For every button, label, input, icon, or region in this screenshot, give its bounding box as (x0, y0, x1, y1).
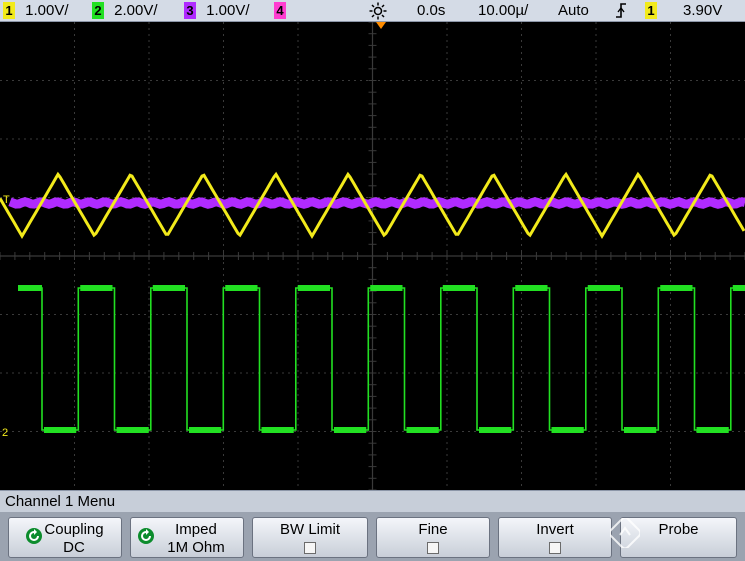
trigger-source-badge: 1 (645, 2, 657, 19)
bw-limit-softkey[interactable]: BW Limit (252, 517, 368, 558)
ch2-level-band (624, 427, 657, 433)
ch3-badge: 3 (184, 2, 196, 19)
ch4-scale-readout[interactable]: 4 (274, 1, 286, 20)
impedance-softkey[interactable]: Imped 1M Ohm (130, 517, 244, 558)
ch2-level-band (18, 285, 42, 291)
impedance-value: 1M Ohm (167, 539, 225, 556)
menu-title: Channel 1 Menu (5, 493, 116, 510)
waveform-screen: T 2 (0, 22, 745, 490)
ch2-level-band (370, 285, 403, 291)
ch2-scale: 2.00V/ (114, 2, 158, 19)
coupling-label: Coupling (44, 521, 104, 538)
watermark-icon (610, 518, 640, 548)
invert-checkbox[interactable] (549, 542, 561, 554)
waveform-display: T 2 (0, 22, 745, 490)
ch2-level-bands (18, 285, 745, 433)
time-scale[interactable]: 10.00µ/ (478, 1, 528, 20)
fine-label: Fine (418, 521, 448, 538)
ch2-level-band (116, 427, 149, 433)
ch2-level-band (225, 285, 258, 291)
ch2-badge: 2 (92, 2, 104, 19)
ch2-level-band (442, 285, 475, 291)
status-bar: 1 1.00V/ 2 2.00V/ 3 1.00V/ 4 0.0s 10.00µ… (0, 0, 745, 22)
ch2-level-band (406, 427, 439, 433)
trigger-position[interactable]: 0.0s (417, 1, 445, 20)
watermark-logo (606, 516, 745, 558)
ch1-ground-marker: T (3, 194, 10, 206)
trigger-position-marker (376, 22, 386, 29)
trigger-mode[interactable]: Auto (558, 1, 589, 20)
bw-limit-checkbox[interactable] (304, 542, 316, 554)
ch2-level-band (551, 427, 584, 433)
ch1-scale: 1.00V/ (25, 2, 69, 19)
coupling-value: DC (63, 539, 85, 556)
ch2-level-band (44, 427, 77, 433)
ch3-scale-readout[interactable]: 3 1.00V/ (184, 1, 250, 20)
ch2-level-band (696, 427, 729, 433)
ch1-badge: 1 (3, 2, 15, 19)
trigger-level[interactable]: 3.90V (683, 1, 722, 20)
ch2-level-band (152, 285, 185, 291)
menu-title-bar: Channel 1 Menu (0, 490, 745, 513)
ch2-level-band (189, 427, 222, 433)
ch1-marker-label: T (3, 194, 10, 206)
invert-label: Invert (536, 521, 574, 538)
trigger-source-readout[interactable]: 1 (645, 1, 657, 20)
fine-checkbox[interactable] (427, 542, 439, 554)
ch2-level-band (660, 285, 693, 291)
acquire-sun-icon (369, 2, 387, 21)
invert-softkey[interactable]: Invert (498, 517, 612, 558)
ch2-scale-readout[interactable]: 2 2.00V/ (92, 1, 158, 20)
ch1-scale-readout[interactable]: 1 1.00V/ (3, 1, 69, 20)
ch2-level-band (479, 427, 512, 433)
ch2-level-band (261, 427, 294, 433)
ch2-level-band (587, 285, 620, 291)
ch2-level-band (80, 285, 113, 291)
ch2-marker-label: 2 (2, 427, 8, 439)
ch3-scale: 1.00V/ (206, 2, 250, 19)
impedance-label: Imped (175, 521, 217, 538)
ch3-waveform (8, 197, 745, 209)
ch2-ground-marker: 2 (2, 427, 8, 439)
trigger-edge-icon (615, 2, 627, 21)
coupling-softkey[interactable]: Coupling DC (8, 517, 122, 558)
ch2-level-band (334, 427, 367, 433)
oscilloscope-display: 1 1.00V/ 2 2.00V/ 3 1.00V/ 4 0.0s 10.00µ… (0, 0, 745, 561)
ch2-level-band (515, 285, 548, 291)
ch4-badge: 4 (274, 2, 286, 19)
bw-limit-label: BW Limit (280, 521, 340, 538)
fine-softkey[interactable]: Fine (376, 517, 490, 558)
ch2-level-band (297, 285, 330, 291)
ch2-square-waveform (18, 287, 745, 431)
ch2-level-band (732, 285, 745, 291)
graticule (0, 22, 745, 490)
